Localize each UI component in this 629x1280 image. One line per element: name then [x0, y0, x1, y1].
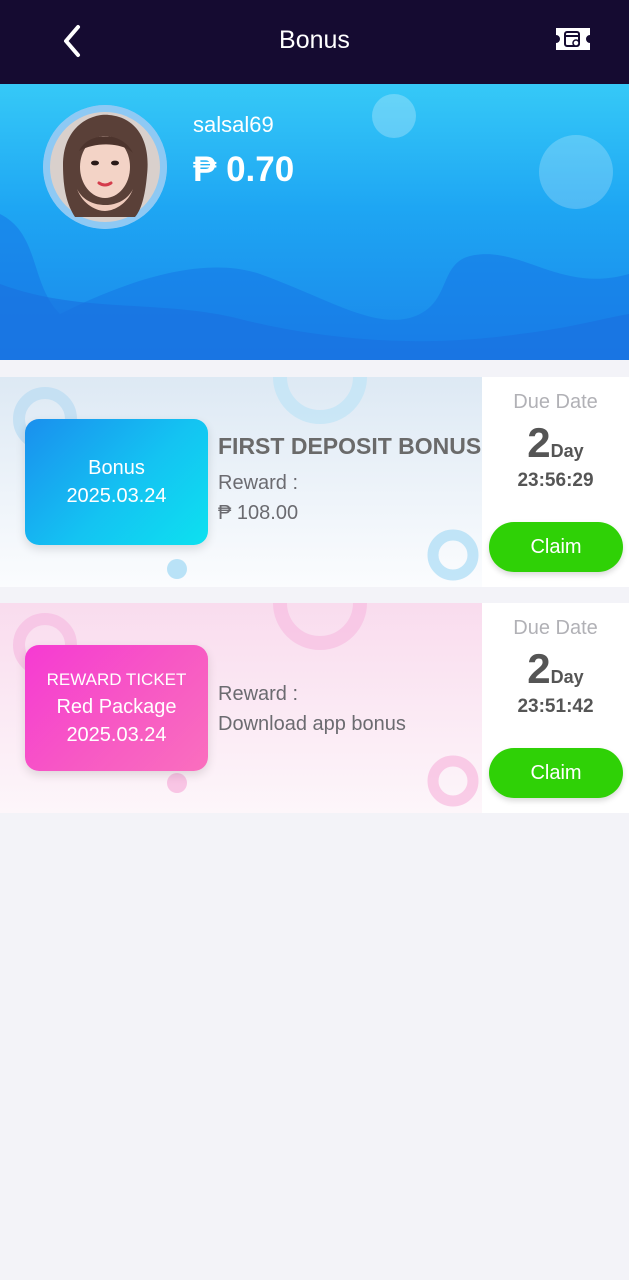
- reward-value: ₱ 108.00: [218, 502, 299, 524]
- bonus-card: Bonus 2025.03.24 FIRST DEPOSIT BONUS Rew…: [0, 377, 629, 587]
- tag-date: 2025.03.24: [66, 724, 167, 746]
- due-days-number: 2: [527, 645, 551, 692]
- due-days-unit: Day: [550, 667, 584, 687]
- reward-ticket-tag: REWARD TICKET Red Package 2025.03.24: [25, 645, 208, 771]
- due-panel: Due Date 2Day 23:56:29 Claim: [482, 377, 629, 587]
- reward-label: Reward :: [218, 472, 299, 494]
- reward-value: Download app bonus: [218, 713, 406, 735]
- due-countdown: 23:51:42: [517, 696, 594, 717]
- bonus-info: FIRST DEPOSIT BONUS Reward : ₱ 108.00: [218, 433, 481, 528]
- due-days-number: 2: [527, 419, 551, 466]
- avatar-image: [43, 105, 167, 229]
- due-date-label: Due Date: [513, 617, 598, 639]
- page-title: Bonus: [279, 26, 350, 54]
- due-days-unit: Day: [550, 441, 584, 461]
- ticket-button[interactable]: [550, 22, 596, 56]
- bonus-info: Reward : Download app bonus: [218, 679, 406, 739]
- ticket-icon: [556, 28, 590, 50]
- due-days: 2Day: [482, 645, 629, 693]
- username: salsal69: [193, 112, 274, 137]
- bonus-title: FIRST DEPOSIT BONUS: [218, 433, 482, 459]
- balance: ₱ 0.70: [193, 150, 295, 189]
- top-bar: Bonus: [0, 0, 629, 84]
- claim-button[interactable]: Claim: [489, 748, 623, 798]
- bonus-tag: Bonus 2025.03.24: [25, 419, 208, 545]
- due-days: 2Day: [482, 419, 629, 467]
- due-panel: Due Date 2Day 23:51:42 Claim: [482, 603, 629, 813]
- tag-name: Red Package: [56, 696, 177, 718]
- avatar[interactable]: [43, 105, 167, 229]
- reward-label: Reward :: [218, 683, 299, 705]
- profile-banner: salsal69 ₱ 0.70: [0, 84, 629, 360]
- due-countdown: 23:56:29: [517, 470, 594, 491]
- tag-type: REWARD TICKET: [46, 670, 187, 689]
- bonus-card: REWARD TICKET Red Package 2025.03.24 Rew…: [0, 603, 629, 813]
- due-date-label: Due Date: [513, 391, 598, 413]
- tag-type: Bonus: [88, 457, 145, 479]
- claim-button[interactable]: Claim: [489, 522, 623, 572]
- tag-date: 2025.03.24: [66, 485, 167, 507]
